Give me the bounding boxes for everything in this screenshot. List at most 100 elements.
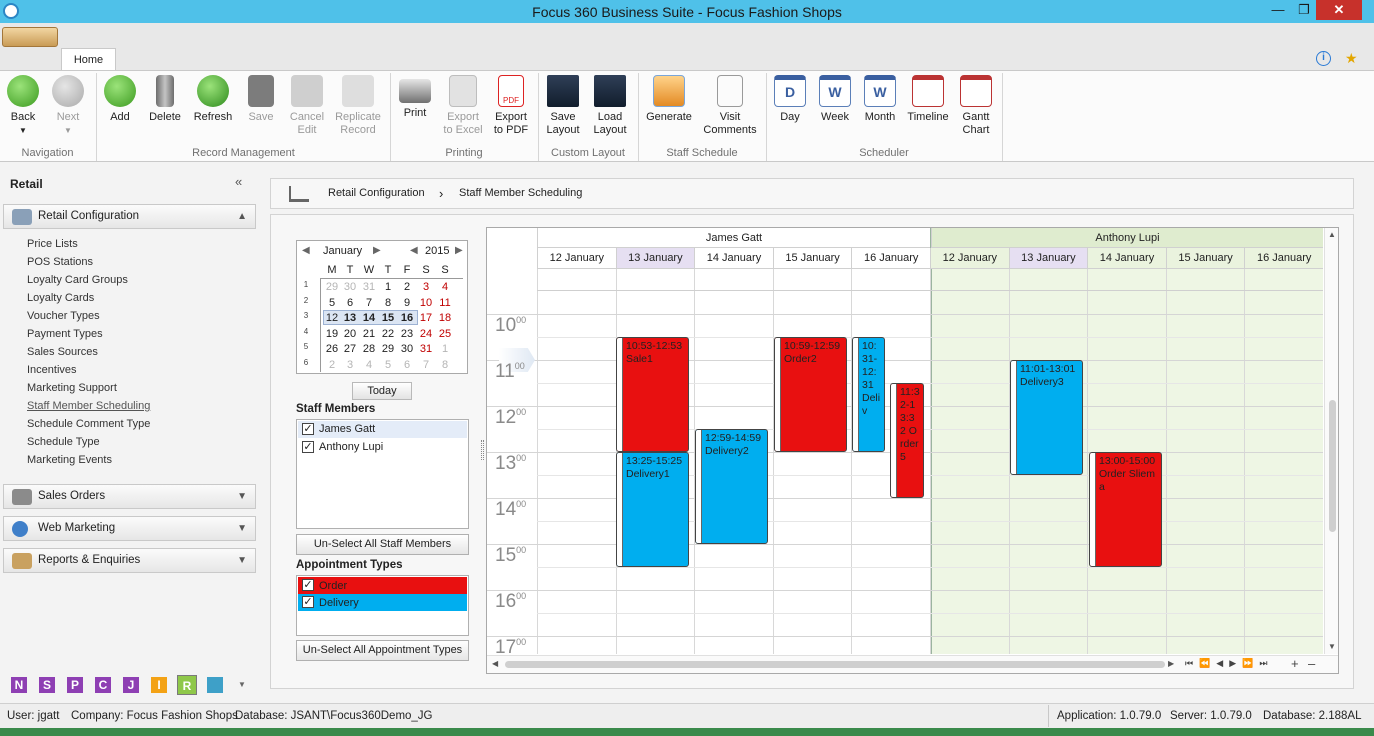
calendar-day[interactable]: 5 bbox=[379, 359, 397, 371]
module-r-icon[interactable]: R bbox=[177, 675, 197, 695]
calendar-day[interactable]: 13 bbox=[341, 312, 359, 324]
day-column[interactable] bbox=[1165, 269, 1245, 654]
calendar-day[interactable]: 15 bbox=[379, 312, 397, 324]
minimize-icon[interactable]: — bbox=[1265, 0, 1291, 20]
calendar-day[interactable]: 31 bbox=[360, 281, 378, 293]
splitter-handle[interactable] bbox=[481, 440, 484, 460]
module-c-icon[interactable]: C bbox=[95, 677, 111, 693]
day-column[interactable] bbox=[930, 269, 1009, 654]
scroll-right-icon[interactable]: ▶ bbox=[1168, 659, 1174, 668]
calendar-day[interactable]: 6 bbox=[398, 359, 416, 371]
refresh-button[interactable]: Refresh bbox=[190, 75, 236, 124]
sidebar-item-schedule-comment-type[interactable]: Schedule Comment Type bbox=[27, 418, 150, 430]
export-pdf-button[interactable]: PDF Export to PDF bbox=[488, 75, 534, 137]
calendar-day[interactable]: 5 bbox=[323, 297, 341, 309]
list-item[interactable]: ✓ Delivery bbox=[298, 594, 467, 611]
scroll-up-icon[interactable]: ▲ bbox=[1328, 230, 1336, 239]
calendar-day[interactable]: 27 bbox=[341, 343, 359, 355]
export-excel-button[interactable]: Export to Excel bbox=[440, 75, 486, 137]
checkbox-icon[interactable]: ✓ bbox=[302, 423, 314, 435]
calendar-day[interactable]: 2 bbox=[323, 359, 341, 371]
calendar-day[interactable]: 20 bbox=[341, 328, 359, 340]
generate-button[interactable]: Generate bbox=[644, 75, 694, 124]
unselect-all-staff-button[interactable]: Un-Select All Staff Members bbox=[296, 534, 469, 555]
calendar-day[interactable]: 2 bbox=[398, 281, 416, 293]
appointment-delivery[interactable]: 11:01-13:01 Delivery3 bbox=[1010, 360, 1083, 475]
save-layout-button[interactable]: Save Layout bbox=[540, 75, 586, 137]
calendar-day[interactable]: 1 bbox=[379, 281, 397, 293]
replicate-record-button[interactable]: Replicate Record bbox=[332, 75, 384, 137]
sidebar-item-pos-stations[interactable]: POS Stations bbox=[27, 256, 93, 268]
restore-icon[interactable]: ❐ bbox=[1291, 0, 1317, 20]
collapse-sidebar-icon[interactable]: « bbox=[235, 174, 242, 189]
sidebar-item-staff-member-scheduling[interactable]: Staff Member Scheduling bbox=[27, 400, 150, 412]
calendar-day[interactable]: 14 bbox=[360, 312, 378, 324]
module-j-icon[interactable]: J bbox=[123, 677, 139, 693]
day-header[interactable]: 14 January bbox=[694, 248, 773, 269]
sidebar-item-incentives[interactable]: Incentives bbox=[27, 364, 77, 376]
checkbox-icon[interactable]: ✓ bbox=[302, 441, 314, 453]
prev-year-icon[interactable]: ◀ bbox=[410, 245, 418, 256]
nav-section-sales-orders[interactable]: Sales Orders ▼ bbox=[3, 484, 256, 509]
calendar-day[interactable]: 4 bbox=[360, 359, 378, 371]
vertical-scroll-thumb[interactable] bbox=[1329, 400, 1336, 532]
today-button[interactable]: Today bbox=[352, 382, 412, 400]
list-item[interactable]: ✓ Anthony Lupi bbox=[298, 439, 467, 456]
day-column[interactable] bbox=[537, 269, 616, 654]
calendar-day[interactable]: 3 bbox=[341, 359, 359, 371]
day-column[interactable] bbox=[772, 269, 852, 654]
module-s-icon[interactable]: S bbox=[39, 677, 55, 693]
calendar-day[interactable]: 29 bbox=[323, 281, 341, 293]
calendar-day[interactable]: 16 bbox=[398, 312, 416, 324]
visit-comments-button[interactable]: Visit Comments bbox=[702, 75, 758, 137]
horizontal-scrollbar[interactable]: ◀ ▶ ⏮⏪◀▶⏩⏭ + – bbox=[487, 655, 1338, 673]
calendar-day[interactable]: 25 bbox=[436, 328, 454, 340]
day-header[interactable]: 12 January bbox=[930, 248, 1009, 269]
unselect-all-appointment-types-button[interactable]: Un-Select All Appointment Types bbox=[296, 640, 469, 661]
day-column[interactable] bbox=[1244, 269, 1323, 654]
more-modules-icon[interactable]: ▼ bbox=[238, 680, 246, 689]
navigation-buttons[interactable]: ⏮⏪◀▶⏩⏭ bbox=[1185, 658, 1273, 669]
calendar-day[interactable]: 7 bbox=[360, 297, 378, 309]
next-month-icon[interactable]: ▶ bbox=[373, 245, 381, 256]
calendar-day[interactable]: 11 bbox=[436, 297, 454, 309]
calendar-day[interactable]: 31 bbox=[417, 343, 435, 355]
calendar-day[interactable]: 6 bbox=[341, 297, 359, 309]
appointment-delivery[interactable]: 12:59-14:59 Delivery2 bbox=[695, 429, 768, 544]
breadcrumb-root[interactable]: Retail Configuration bbox=[328, 187, 425, 199]
zoom-out-icon[interactable]: – bbox=[1308, 656, 1315, 671]
month-view-button[interactable]: W Month bbox=[857, 75, 903, 124]
gantt-chart-button[interactable]: Gantt Chart bbox=[953, 75, 999, 137]
day-header[interactable]: 12 January bbox=[537, 248, 616, 269]
scroll-left-icon[interactable]: ◀ bbox=[492, 659, 498, 668]
checkbox-icon[interactable]: ✓ bbox=[302, 579, 314, 591]
sidebar-item-marketing-support[interactable]: Marketing Support bbox=[27, 382, 117, 394]
list-item[interactable]: ✓ Order bbox=[298, 577, 467, 594]
save-button[interactable]: Save bbox=[238, 75, 284, 124]
calendar-day[interactable]: 29 bbox=[379, 343, 397, 355]
app-menu-button[interactable] bbox=[2, 27, 58, 47]
horizontal-scroll-thumb[interactable] bbox=[505, 661, 1165, 668]
close-icon[interactable]: ✕ bbox=[1316, 0, 1362, 20]
calendar-day[interactable]: 10 bbox=[417, 297, 435, 309]
day-header[interactable]: 16 January bbox=[851, 248, 930, 269]
calendar-day[interactable]: 28 bbox=[360, 343, 378, 355]
calendar-day[interactable]: 8 bbox=[379, 297, 397, 309]
day-header[interactable]: 14 January bbox=[1087, 248, 1166, 269]
sidebar-item-price-lists[interactable]: Price Lists bbox=[27, 238, 78, 250]
sidebar-item-voucher-types[interactable]: Voucher Types bbox=[27, 310, 100, 322]
cancel-edit-button[interactable]: Cancel Edit bbox=[284, 75, 330, 137]
star-icon[interactable]: ★ bbox=[1345, 50, 1358, 67]
day-header[interactable]: 13 January bbox=[1008, 248, 1088, 269]
calendar-day[interactable]: 19 bbox=[323, 328, 341, 340]
module-p-icon[interactable]: P bbox=[67, 677, 83, 693]
appointment-order[interactable]: 13:00-15:00 Order Sliema bbox=[1089, 452, 1162, 567]
calendar-day[interactable]: 4 bbox=[436, 281, 454, 293]
print-button[interactable]: Print bbox=[392, 75, 438, 120]
back-button[interactable]: Back ▼ bbox=[0, 75, 46, 137]
load-layout-button[interactable]: Load Layout bbox=[587, 75, 633, 137]
module-n-icon[interactable]: N bbox=[11, 677, 27, 693]
calendar-day[interactable]: 1 bbox=[436, 343, 454, 355]
zoom-in-icon[interactable]: + bbox=[1291, 656, 1299, 671]
nav-section-retail-configuration[interactable]: Retail Configuration ▲ bbox=[3, 204, 256, 229]
